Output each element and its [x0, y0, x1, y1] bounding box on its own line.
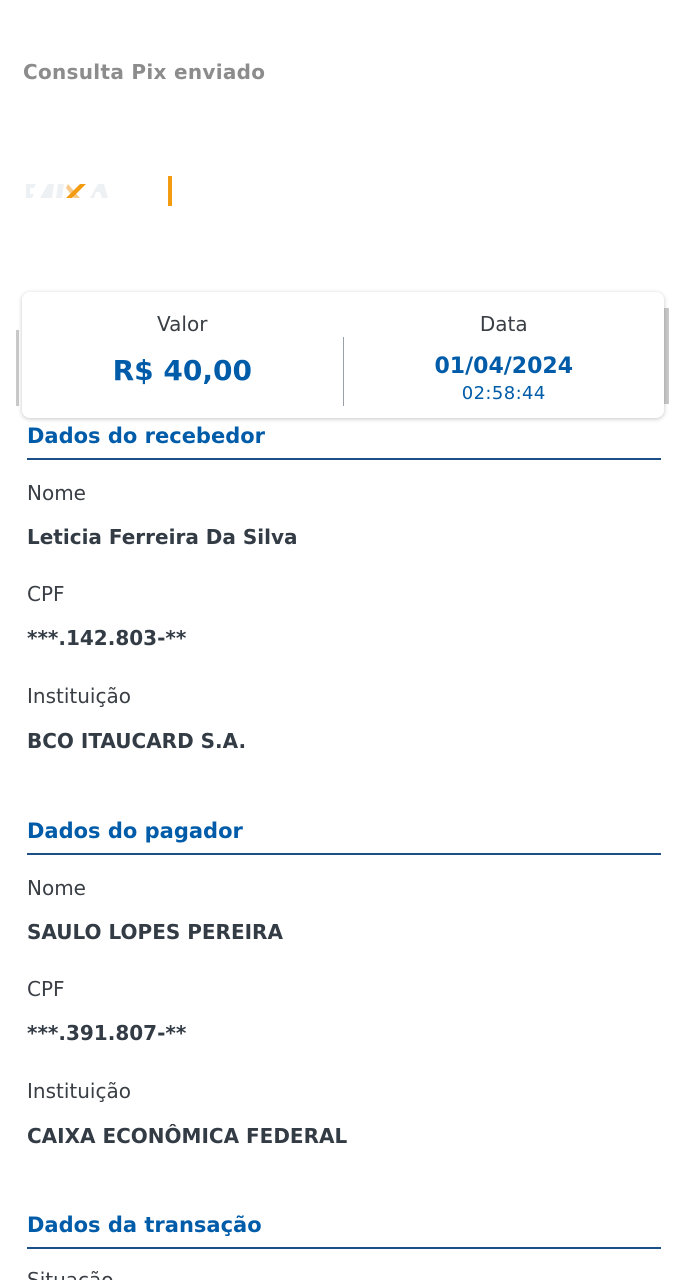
date-label: Data [479, 312, 528, 336]
bank-logo [22, 172, 182, 212]
page-title: Consulta Pix enviado [23, 60, 266, 84]
value-label: Valor [157, 312, 208, 336]
receiver-institution-value: BCO ITAUCARD S.A. [27, 729, 247, 753]
payer-section-title: Dados do pagador [27, 819, 661, 855]
payer-institution-value: CAIXA ECONÔMICA FEDERAL [27, 1124, 348, 1148]
card-shadow-edge [664, 308, 669, 404]
date-value: 01/04/2024 [434, 354, 574, 379]
receiver-name-value: Leticia Ferreira Da Silva [27, 525, 298, 549]
card-shadow-edge [16, 330, 19, 406]
time-value: 02:58:44 [461, 383, 546, 404]
transaction-section: Dados da transação Situação [27, 1213, 661, 1280]
transaction-status-label: Situação [27, 1268, 114, 1280]
payer-section: Dados do pagador Nome SAULO LOPES PEREIR… [27, 819, 661, 1159]
receiver-name-label: Nome [27, 481, 86, 505]
date-block: Data 01/04/2024 02:58:44 [344, 292, 665, 418]
value-amount: R$ 40,00 [112, 354, 252, 387]
payer-name-value: SAULO LOPES PEREIRA [27, 920, 283, 944]
payer-cpf-label: CPF [27, 977, 65, 1001]
caixa-logo-icon [22, 176, 114, 206]
payer-institution-label: Instituição [27, 1079, 131, 1103]
receiver-cpf-label: CPF [27, 582, 65, 606]
transaction-section-title: Dados da transação [27, 1213, 661, 1249]
receiver-institution-label: Instituição [27, 684, 131, 708]
logo-divider [168, 176, 172, 206]
payer-name-label: Nome [27, 876, 86, 900]
pix-receipt-screen: Consulta Pix enviado Valor R$ 40,00 Data… [0, 0, 686, 1280]
payer-cpf-value: ***.391.807-** [27, 1021, 187, 1045]
summary-card: Valor R$ 40,00 Data 01/04/2024 02:58:44 [22, 292, 664, 418]
receiver-section: Dados do recebedor Nome Leticia Ferreira… [27, 424, 661, 764]
receiver-cpf-value: ***.142.803-** [27, 626, 187, 650]
value-block: Valor R$ 40,00 [22, 292, 343, 418]
receiver-section-title: Dados do recebedor [27, 424, 661, 460]
